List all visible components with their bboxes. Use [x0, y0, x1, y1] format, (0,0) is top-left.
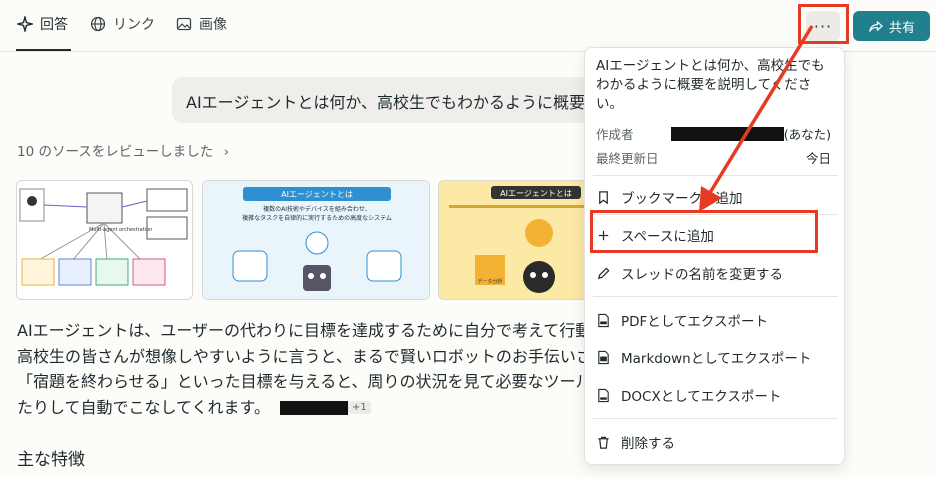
chevron-right-icon: ›: [223, 144, 229, 160]
infographic-line1: 複数のAI技術やデバイスを組み合わせ、: [263, 205, 371, 213]
more-button-highlight: [798, 4, 849, 44]
menu-divider: [593, 418, 838, 419]
answer-line-4-text: たりして自動でこなしてくれます。: [17, 397, 270, 417]
author-name-redacted: [670, 126, 784, 141]
menu-item-label: Markdownとしてエクスポート: [621, 351, 812, 367]
menu-divider: [593, 296, 838, 297]
top-tab-bar: 回答 リンク 画像: [0, 0, 936, 52]
infographic-thumbnail: AIエージェントとは 複数のAI技術やデバイスを組み合わせ、 複雑なタスクを自律…: [232, 187, 402, 291]
pdf-file-icon: [598, 313, 609, 327]
sources-reviewed-link[interactable]: 10 のソースをレビューしました ›: [17, 140, 229, 160]
answer-line-4: たりして自動でこなしてくれます。 +1: [17, 395, 592, 421]
diagram-thumbnail: Multi-agent orchestration: [19, 188, 188, 286]
citation-redacted[interactable]: [279, 401, 348, 415]
menu-item-label: PDFとしてエクスポート: [621, 314, 768, 330]
menu-item-delete[interactable]: 削除する: [596, 432, 675, 452]
updated-value: 今日: [805, 151, 831, 166]
user-query-bubble: AIエージェントとは何か、高校生でもわかるように概要を説明してください。: [172, 77, 612, 123]
answer-line-2: 高校生の皆さんが想像しやすいように言うと、まるで賢いロボットのお手伝いさ: [17, 346, 592, 366]
menu-item-export-pdf[interactable]: PDFとしてエクスポート: [596, 310, 768, 330]
menu-divider: [593, 175, 838, 176]
infographic-title: AIエージェントとは: [281, 190, 353, 199]
section-heading: 主な特徴: [17, 450, 85, 470]
active-tab-indicator: [16, 49, 71, 51]
source-image-2[interactable]: AIエージェントとは 複数のAI技術やデバイスを組み合わせ、 複雑なタスクを自律…: [202, 180, 430, 300]
menu-item-label: DOCXとしてエクスポート: [621, 389, 782, 405]
infographic-2-title: AIエージェントとは: [500, 189, 572, 198]
source-image-1[interactable]: Multi-agent orchestration: [16, 180, 193, 300]
diagram-caption: Multi-agent orchestration: [89, 227, 152, 233]
menu-thread-title: AIエージェントとは何か、高校生でもわかるように概要を説明してください。: [596, 58, 825, 112]
tab-images[interactable]: 画像: [176, 14, 227, 34]
source-image-3[interactable]: AIエージェントとは データ分析: [438, 180, 598, 300]
citation-more-count[interactable]: +1: [347, 401, 371, 415]
bookmark-icon: [599, 190, 608, 204]
docx-file-icon: [598, 388, 609, 402]
answer-text: AIエージェントは、ユーザーの代わりに目標を達成するために自分で考えて行動 高校…: [17, 318, 592, 421]
infographic-thumbnail-2: AIエージェントとは データ分析: [449, 186, 589, 293]
menu-item-label: スレッドの名前を変更する: [621, 267, 783, 283]
markdown-file-icon: [598, 350, 609, 364]
infographic-line2: 複雑なタスクを自律的に実行するための高度なシステム: [242, 214, 392, 222]
image-icon: [176, 17, 192, 31]
menu-item-export-docx[interactable]: DOCXとしてエクスポート: [596, 385, 781, 405]
tab-answer[interactable]: 回答: [17, 14, 68, 34]
menu-item-export-markdown[interactable]: Markdownとしてエクスポート: [596, 347, 811, 367]
tab-answer-label: 回答: [40, 17, 68, 33]
tab-images-label: 画像: [199, 17, 227, 33]
author-suffix: (あなた): [783, 127, 831, 142]
menu-item-label: ブックマークに追加: [621, 191, 743, 207]
menu-item-rename[interactable]: スレッドの名前を変更する: [596, 263, 783, 283]
sparkle-icon: [17, 16, 33, 32]
answer-line-1: AIエージェントは、ユーザーの代わりに目標を達成するために自分で考えて行動: [17, 321, 592, 340]
trash-icon: [598, 436, 609, 449]
thread-options-menu: AIエージェントとは何か、高校生でもわかるように概要を説明してください。 作成者…: [584, 47, 845, 465]
share-icon: [869, 20, 883, 32]
updated-label: 最終更新日: [596, 151, 659, 166]
pencil-icon: [597, 266, 610, 279]
menu-item-label: 削除する: [621, 436, 675, 452]
share-button[interactable]: 共有: [853, 11, 930, 41]
author-value: (あなた): [670, 124, 831, 143]
sources-reviewed-text: 10 のソースをレビューしました: [17, 144, 214, 160]
answer-line-3: 「宿題を終わらせる」といった目標を与えると、周りの状況を見て必要なツール: [17, 372, 592, 391]
tab-links-label: リンク: [113, 17, 155, 33]
share-button-label: 共有: [888, 20, 915, 36]
add-to-space-highlight: [590, 210, 818, 253]
tab-links[interactable]: リンク: [90, 14, 155, 34]
menu-item-bookmark[interactable]: ブックマークに追加: [596, 187, 743, 207]
infographic-2-label: データ分析: [477, 278, 502, 285]
globe-icon: [90, 16, 106, 32]
author-label: 作成者: [596, 127, 634, 142]
